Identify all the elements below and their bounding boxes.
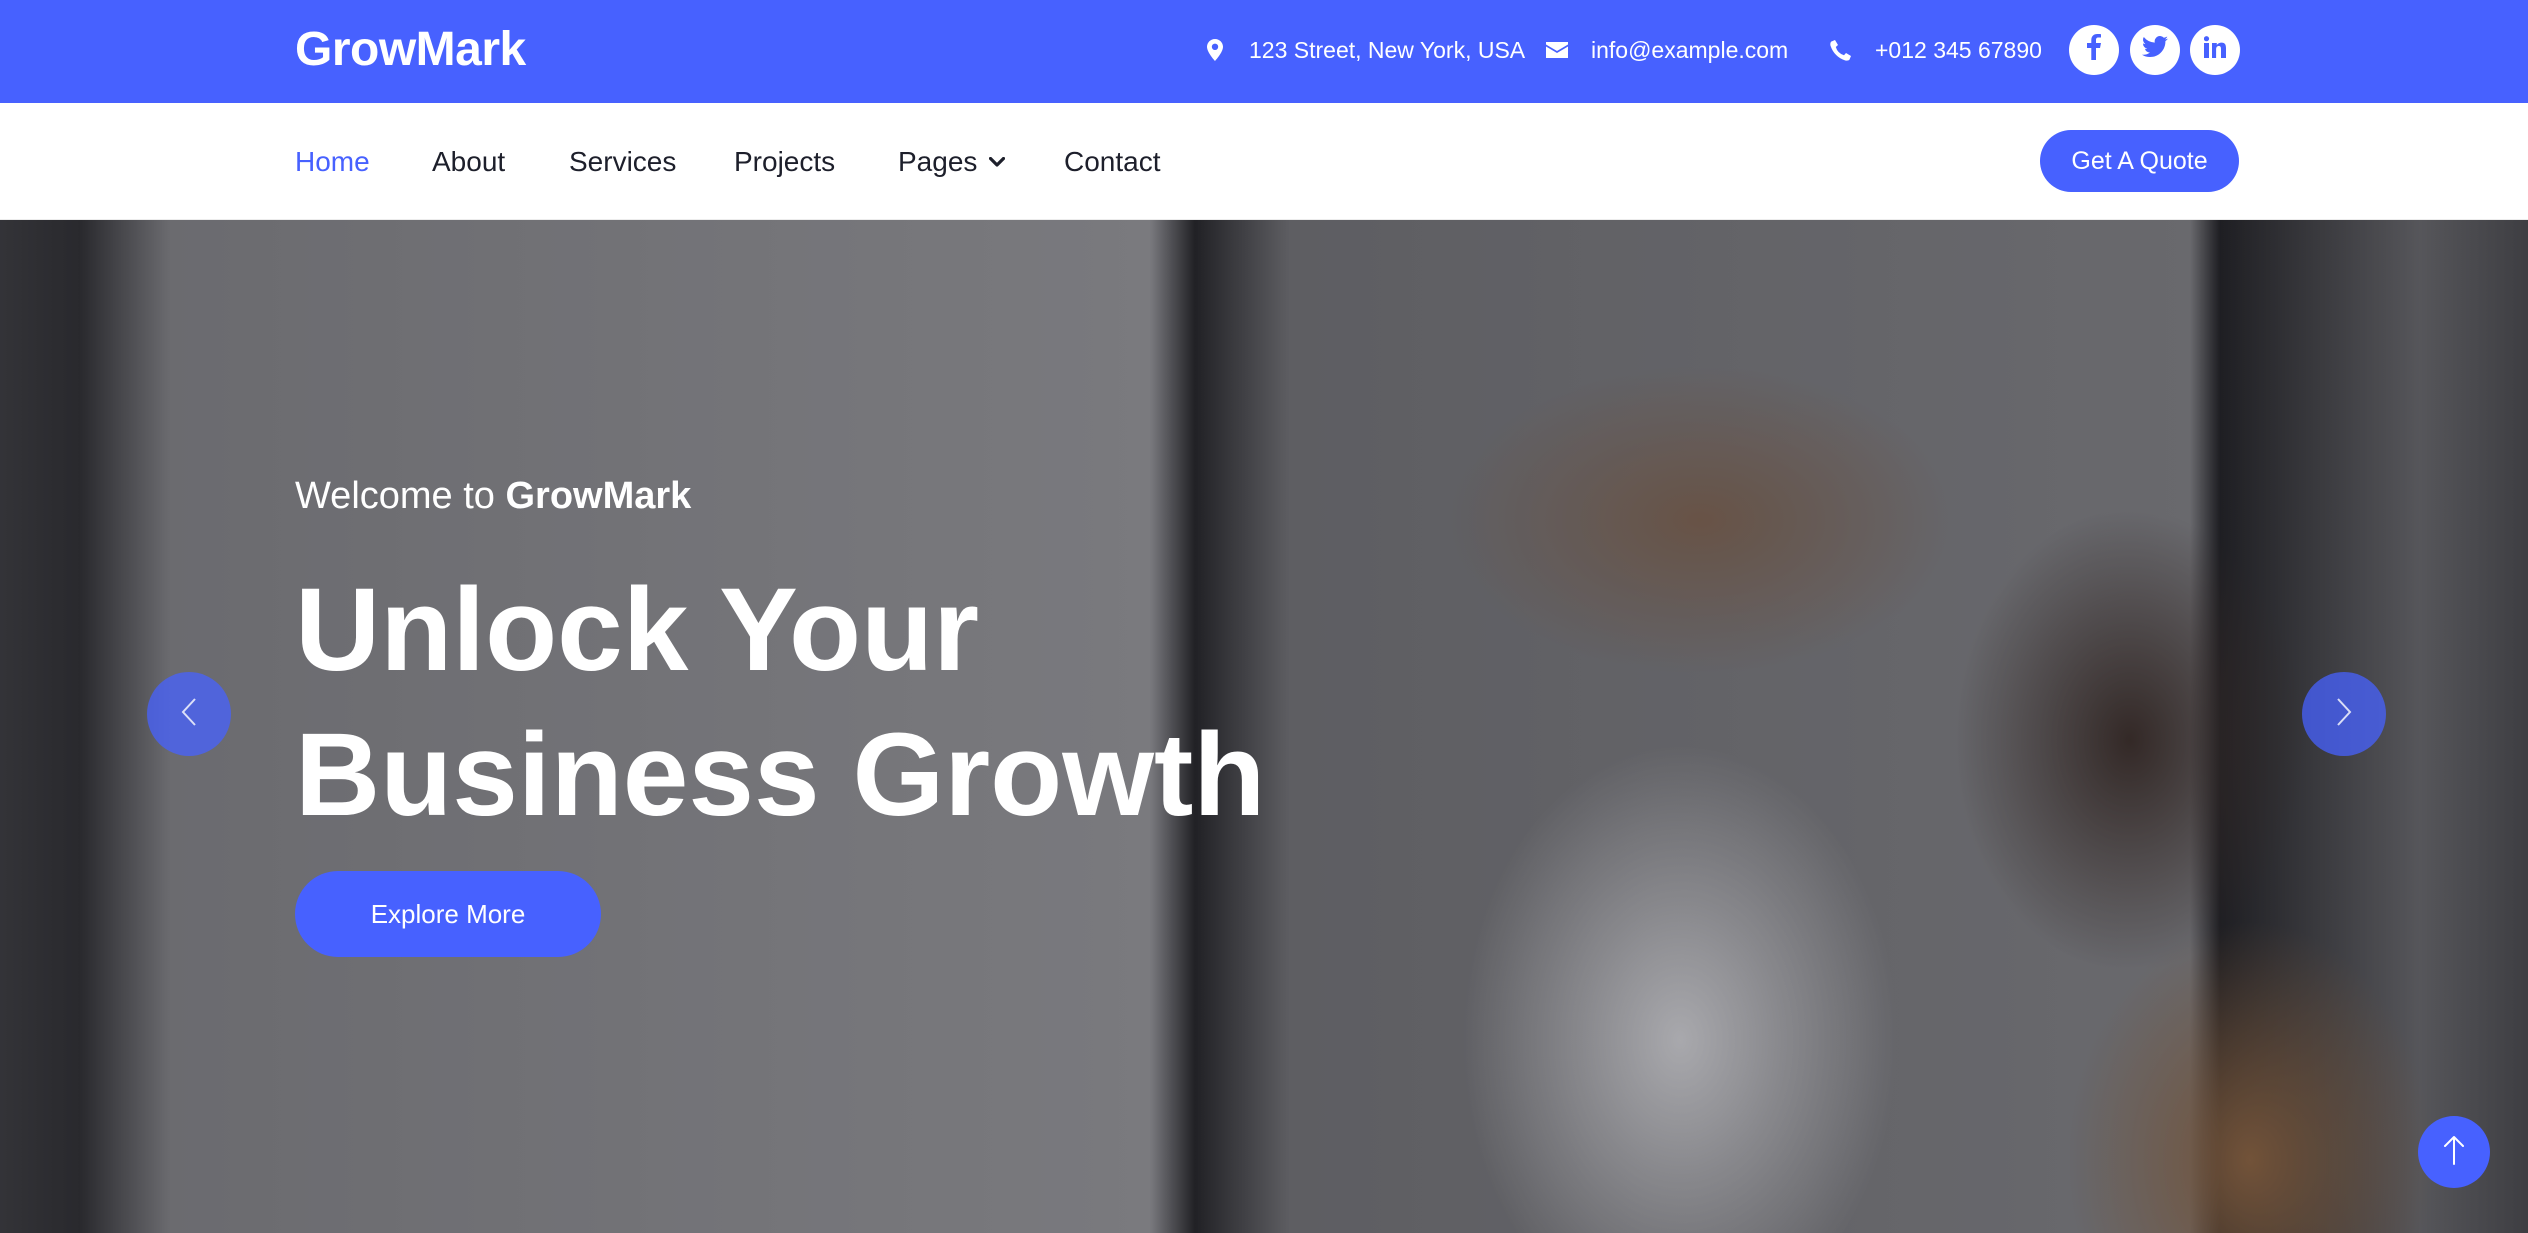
contact-email-text[interactable]: info@example.com — [1591, 37, 1788, 64]
brand-logo[interactable]: GrowMark — [295, 20, 526, 80]
carousel-prev-button[interactable] — [147, 672, 231, 756]
contact-phone-text[interactable]: +012 345 67890 — [1875, 37, 2042, 64]
hero-headline-line1: Unlock Your — [295, 564, 980, 696]
linkedin-icon — [2203, 36, 2226, 64]
hero-welcome-prefix: Welcome to — [295, 475, 506, 517]
nav-contact[interactable]: Contact — [1064, 142, 1161, 182]
facebook-button[interactable] — [2069, 25, 2119, 75]
chevron-right-icon — [2335, 697, 2353, 732]
main-nav: Home About Services Projects Pages Conta… — [0, 103, 2528, 220]
twitter-icon — [2142, 35, 2168, 65]
nav-pages-dropdown[interactable]: Pages — [898, 142, 1006, 182]
hero-welcome-brand: GrowMark — [505, 475, 692, 517]
back-to-top-button[interactable] — [2418, 1116, 2490, 1188]
nav-projects[interactable]: Projects — [734, 142, 835, 182]
map-marker-icon — [1203, 38, 1227, 62]
twitter-button[interactable] — [2130, 25, 2180, 75]
contact-address: 123 Street, New York, USA — [1203, 30, 1525, 70]
arrow-up-icon — [2443, 1135, 2465, 1170]
explore-more-button[interactable]: Explore More — [295, 871, 601, 957]
chevron-left-icon — [180, 697, 198, 732]
hero-headline: Unlock Your Business Growth — [295, 558, 1395, 848]
carousel-next-button[interactable] — [2302, 672, 2386, 756]
nav-home[interactable]: Home — [295, 142, 370, 182]
nav-pages-label: Pages — [898, 146, 978, 177]
chevron-down-icon — [989, 156, 1006, 168]
hero-headline-line2: Business Growth — [295, 709, 1266, 841]
contact-email: info@example.com — [1545, 30, 1788, 70]
phone-icon — [1829, 38, 1853, 62]
top-bar: GrowMark 123 Street, New York, USA info@… — [0, 0, 2528, 103]
contact-address-text: 123 Street, New York, USA — [1249, 36, 1526, 63]
contact-phone: +012 345 67890 — [1829, 30, 2042, 70]
hero-welcome: Welcome to GrowMark — [295, 472, 1195, 520]
nav-services[interactable]: Services — [569, 142, 676, 182]
linkedin-button[interactable] — [2190, 25, 2240, 75]
envelope-icon — [1545, 38, 1569, 62]
get-quote-button[interactable]: Get A Quote — [2040, 130, 2239, 192]
nav-about[interactable]: About — [432, 142, 505, 182]
facebook-icon — [2087, 33, 2101, 67]
